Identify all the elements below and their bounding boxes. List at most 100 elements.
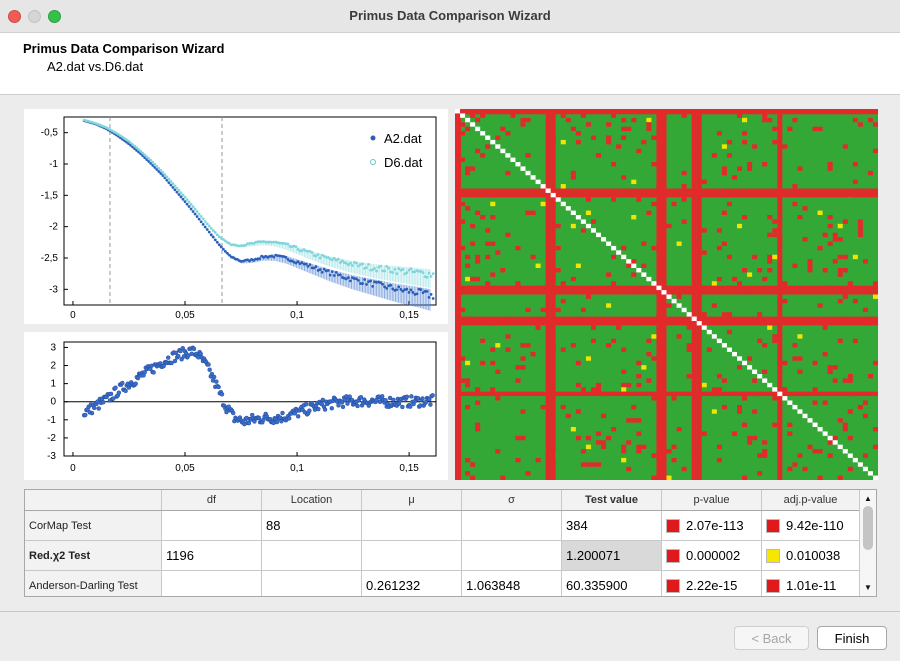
residual-point — [316, 406, 321, 412]
d6-data-point — [163, 173, 167, 177]
map-red-column — [455, 109, 462, 480]
residual-point — [96, 406, 101, 411]
header-p-value[interactable]: p-value — [662, 490, 762, 510]
header-empty — [25, 490, 162, 510]
map-cell — [837, 338, 843, 344]
map-cell — [606, 135, 612, 140]
map-cell — [711, 153, 717, 158]
map-cell — [590, 135, 596, 140]
table-scrollbar[interactable]: ▲ ▼ — [859, 490, 876, 596]
map-cell — [626, 440, 632, 445]
map-cell — [485, 281, 491, 286]
residual-point — [420, 396, 425, 401]
map-diagonal-cell — [812, 422, 818, 427]
a2-data-point — [199, 220, 203, 224]
map-cell — [611, 427, 617, 432]
map-cell — [787, 126, 793, 132]
map-cell — [867, 117, 873, 123]
map-cell — [797, 166, 803, 171]
map-red-row — [455, 321, 878, 326]
a2-data-point — [304, 262, 308, 266]
d6-data-point — [169, 179, 173, 183]
map-cell — [807, 263, 813, 268]
map-cell — [580, 449, 586, 454]
table-row[interactable]: Anderson-Darling Test 0.261232 1.063848 60.… — [25, 571, 860, 596]
map-cell — [570, 175, 576, 180]
a2-data-point — [419, 288, 423, 291]
a2-data-point — [338, 273, 342, 277]
intensity-plot-panel: 0 0,05 0,1 0,15 -0,5 -1 -1,5 -2 -2,5 -3 A2.dat D6.d… — [24, 109, 448, 324]
map-cell — [540, 201, 546, 207]
residual-point — [172, 358, 178, 364]
header-sigma[interactable]: σ — [462, 490, 562, 510]
residual-point — [120, 380, 125, 386]
header-location[interactable]: Location — [262, 490, 362, 510]
map-diagonal-cell — [817, 427, 823, 432]
a2-data-point — [209, 233, 213, 237]
a2-data-point — [332, 274, 336, 277]
map-cell — [701, 382, 707, 388]
map-diagonal-cell — [686, 312, 692, 317]
d6-data-point — [409, 267, 413, 271]
residual-point — [151, 370, 156, 375]
map-cell — [742, 268, 748, 273]
y-tick-label: -2,5 — [41, 253, 59, 264]
table-row[interactable]: CorMap Test 88 384 2.07e-113 9.42e-110 — [25, 511, 860, 541]
map-cell — [772, 338, 778, 344]
d6-data-point — [361, 262, 364, 266]
map-diagonal-cell — [495, 144, 501, 149]
back-button[interactable]: < Back — [734, 626, 809, 650]
map-cell — [470, 475, 476, 480]
map-cell — [565, 413, 571, 419]
map-cell — [797, 215, 803, 220]
header-test-value[interactable]: Test value — [562, 490, 662, 510]
map-cell — [711, 409, 717, 414]
d6-data-point — [197, 212, 201, 216]
map-diagonal-cell — [535, 179, 541, 185]
map-cell — [651, 453, 657, 458]
map-cell — [721, 166, 727, 171]
map-cell — [747, 440, 753, 445]
scroll-up-arrow-icon[interactable]: ▲ — [864, 494, 872, 503]
header-mu[interactable]: μ — [362, 490, 462, 510]
map-cell — [842, 378, 848, 383]
map-diagonal-cell — [565, 206, 571, 211]
map-diagonal-cell — [475, 126, 481, 132]
map-cell — [792, 263, 798, 268]
scroll-down-arrow-icon[interactable]: ▼ — [864, 583, 872, 592]
d6-data-point — [165, 175, 169, 179]
map-cell — [782, 281, 788, 286]
map-cell — [847, 435, 853, 441]
map-cell — [465, 378, 471, 383]
map-cell — [520, 117, 526, 123]
map-cell — [480, 338, 486, 344]
map-cell — [495, 135, 501, 140]
map-cell — [681, 184, 687, 189]
d6-data-point — [209, 226, 213, 230]
map-cell — [626, 263, 632, 268]
map-cell — [530, 254, 536, 260]
a2-data-point — [296, 260, 300, 264]
scroll-thumb[interactable] — [863, 506, 873, 550]
finish-button[interactable]: Finish — [817, 626, 887, 650]
cell-sigma — [462, 541, 562, 570]
table-row[interactable]: Red.χ2 Test 1196 1.200071 0.000002 0.010038 — [25, 541, 860, 571]
d6-data-point — [185, 198, 189, 201]
map-cell — [742, 475, 748, 480]
map-cell — [716, 444, 722, 450]
a2-data-point — [191, 210, 195, 213]
map-cell — [465, 254, 471, 260]
header-adj-p-value[interactable]: adj.p-value — [762, 490, 860, 510]
map-cell — [726, 254, 732, 260]
header-df[interactable]: df — [162, 490, 262, 510]
map-cell — [747, 162, 753, 167]
map-cell — [822, 325, 828, 330]
map-cell — [716, 387, 722, 392]
row-header: Anderson-Darling Test — [25, 571, 162, 596]
map-cell — [606, 139, 612, 145]
a2-data-point — [407, 290, 411, 294]
map-cell — [862, 307, 868, 313]
d6-data-point — [205, 222, 209, 226]
map-diagonal-cell — [726, 347, 732, 352]
map-cell — [490, 215, 496, 220]
